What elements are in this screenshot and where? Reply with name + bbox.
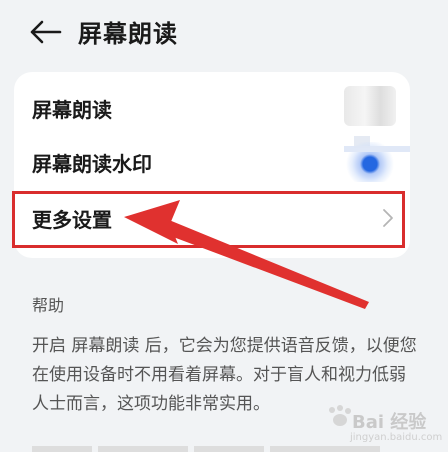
back-arrow-icon[interactable] — [28, 16, 64, 48]
setting-screen-reader-watermark[interactable]: 屏幕朗读水印 — [32, 148, 152, 177]
highlight-box — [12, 191, 405, 248]
faded-text-line — [32, 442, 412, 452]
blurred-toggle[interactable] — [344, 86, 396, 126]
help-title: 帮助 — [32, 296, 65, 315]
setting-screen-reader[interactable]: 屏幕朗读 — [32, 94, 112, 123]
blurred-toggle-on[interactable] — [344, 142, 410, 182]
app-header: 屏幕朗读 — [0, 0, 448, 62]
watermark-subtext: jingyan.baidu.com — [350, 432, 443, 443]
page-title: 屏幕朗读 — [78, 20, 178, 48]
watermark-text: Bai 经验 — [352, 412, 427, 433]
